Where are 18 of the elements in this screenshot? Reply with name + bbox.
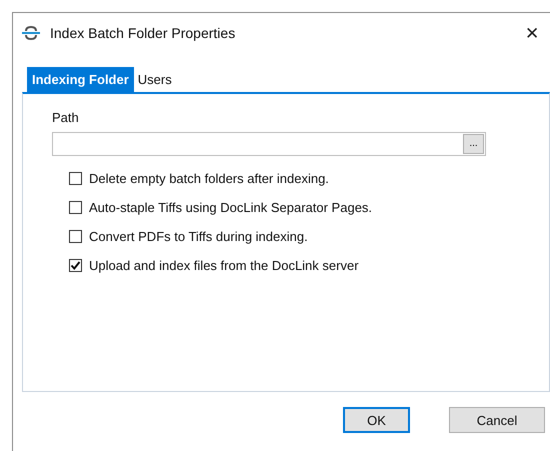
window-title: Index Batch Folder Properties bbox=[50, 25, 236, 41]
browse-button[interactable]: ... bbox=[463, 134, 484, 154]
dialog-button[interactable]: Cancel bbox=[449, 407, 545, 433]
checkbox-label[interactable]: Upload and index files from the DocLink server bbox=[89, 258, 359, 272]
checkbox[interactable] bbox=[69, 230, 82, 242]
checkbox-label[interactable]: Convert PDFs to Tiffs during indexing. bbox=[89, 228, 308, 244]
sync-icon bbox=[22, 26, 40, 40]
path-label: Path bbox=[52, 110, 80, 126]
tab[interactable]: Users bbox=[134, 67, 176, 92]
close-button[interactable]: ✕ bbox=[516, 22, 548, 44]
checkbox[interactable] bbox=[69, 172, 82, 184]
checkbox[interactable] bbox=[69, 200, 82, 214]
checkbox-label[interactable]: Delete empty batch folders after indexing. bbox=[89, 170, 329, 186]
tab[interactable]: Indexing Folder bbox=[27, 67, 134, 92]
checkbox-label[interactable]: Auto-staple Tiffs using DocLink Separator Pages. bbox=[89, 200, 372, 214]
path-field[interactable]: ... bbox=[52, 132, 486, 156]
dialog-button[interactable]: OK bbox=[343, 407, 410, 433]
checkbox[interactable] bbox=[69, 258, 82, 272]
